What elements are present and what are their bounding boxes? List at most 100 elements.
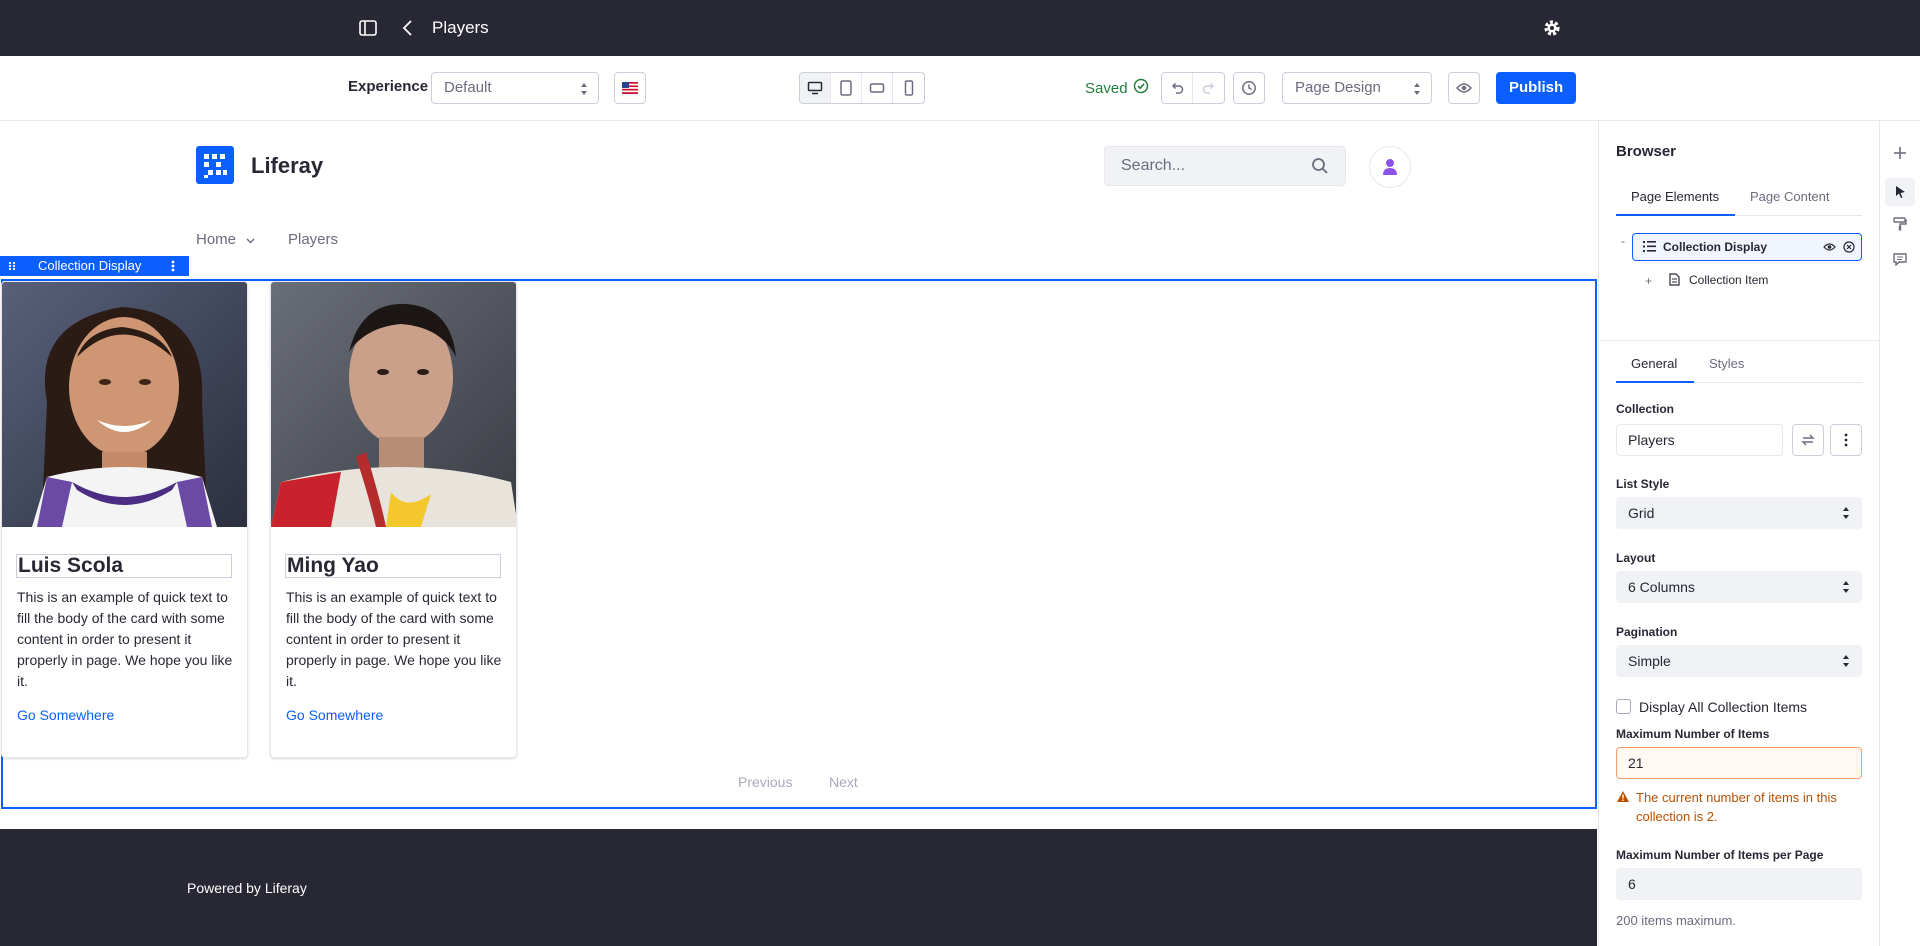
tree-collapse-toggle[interactable]: - — [1621, 234, 1625, 248]
tree-node-collection-item[interactable]: Collection Item — [1689, 273, 1768, 287]
warning-text: The current number of items in this coll… — [1636, 790, 1837, 824]
display-all-label[interactable]: Display All Collection Items — [1639, 699, 1807, 715]
remove-icon[interactable] — [1843, 241, 1855, 253]
player-photo-ming-yao — [271, 282, 516, 527]
sidebar-toggle-icon[interactable] — [358, 18, 378, 38]
collection-display-tag-label: Collection Display — [38, 258, 142, 273]
add-icon[interactable] — [1890, 143, 1910, 163]
clock-icon — [1242, 81, 1256, 95]
comment-icon[interactable] — [1890, 249, 1910, 269]
mode-select[interactable]: Page Design — [1282, 72, 1432, 104]
select-caret-icon — [1842, 654, 1850, 668]
player-photo-luis-scola — [2, 282, 247, 527]
layout-label: Layout — [1616, 551, 1656, 565]
select-caret-icon — [1842, 580, 1850, 594]
nav-item-players[interactable]: Players — [288, 231, 338, 248]
desktop-viewport-icon[interactable] — [800, 73, 831, 103]
change-collection-button[interactable] — [1792, 424, 1824, 456]
card-title[interactable]: Luis Scola — [16, 554, 232, 578]
undo-redo-group — [1161, 72, 1225, 104]
sidebar-title: Browser — [1616, 143, 1677, 160]
config-tabs: General Styles — [1616, 351, 1862, 383]
max-per-page-label: Maximum Number of Items per Page — [1616, 848, 1824, 862]
tab-page-elements[interactable]: Page Elements — [1616, 184, 1735, 216]
warning-icon — [1616, 790, 1630, 803]
list-style-value: Grid — [1628, 505, 1655, 521]
nav-home-label: Home — [196, 231, 237, 248]
saved-status: Saved — [1085, 80, 1128, 97]
page-canvas: Liferay Search... Home Players Collectio… — [0, 121, 1597, 946]
us-flag-icon — [622, 82, 638, 94]
tree-expand-toggle[interactable]: + — [1645, 274, 1652, 288]
layout-select[interactable]: 6 Columns — [1616, 571, 1862, 603]
control-menu: Players — [0, 0, 1920, 56]
nav-item-home[interactable]: Home — [196, 231, 236, 248]
sidebar-tabs: Page Elements Page Content — [1616, 184, 1862, 216]
language-flag-button[interactable] — [614, 72, 646, 104]
viewport-switcher — [799, 72, 925, 104]
card-title[interactable]: Ming Yao — [285, 554, 501, 578]
check-circle-icon — [1133, 78, 1149, 94]
page-editor-toolbar: Experience Default Saved Page Design Pub… — [0, 56, 1920, 121]
options-icon[interactable] — [171, 260, 175, 272]
page-title: Players — [432, 18, 489, 37]
portrait-phone-viewport-icon[interactable] — [893, 73, 924, 103]
browser-sidebar: Browser Page Elements Page Content - Col… — [1598, 121, 1879, 946]
vertical-ellipsis-icon — [1844, 433, 1848, 447]
tab-styles[interactable]: Styles — [1709, 351, 1744, 383]
eye-icon[interactable] — [1823, 242, 1836, 252]
collection-field[interactable]: Players — [1616, 424, 1783, 456]
pagination-previous[interactable]: Previous — [738, 774, 792, 790]
drag-handle-icon[interactable] — [8, 261, 16, 271]
landscape-phone-viewport-icon[interactable] — [862, 73, 893, 103]
tab-page-content[interactable]: Page Content — [1750, 184, 1830, 216]
pagination-select[interactable]: Simple — [1616, 645, 1862, 677]
list-style-select[interactable]: Grid — [1616, 497, 1862, 529]
back-chevron-icon[interactable] — [398, 18, 418, 38]
pagination-next[interactable]: Next — [829, 774, 858, 790]
tablet-viewport-icon[interactable] — [831, 73, 862, 103]
display-all-checkbox[interactable] — [1616, 699, 1631, 714]
site-brand-name[interactable]: Liferay — [251, 153, 323, 179]
collection-label: Collection — [1616, 402, 1675, 416]
mode-value: Page Design — [1295, 79, 1381, 96]
paint-roller-icon[interactable] — [1890, 214, 1910, 234]
card-body-text: This is an example of quick text to fill… — [286, 589, 502, 689]
experience-label: Experience — [348, 78, 429, 95]
card-body-text: This is an example of quick text to fill… — [17, 589, 233, 689]
divider — [1599, 340, 1879, 341]
site-footer: Powered by Liferay — [0, 829, 1597, 946]
collection-options-button[interactable] — [1830, 424, 1862, 456]
sidebar-rail — [1879, 121, 1920, 946]
max-items-input[interactable]: 21 — [1616, 747, 1862, 779]
liferay-logo-icon[interactable] — [196, 146, 234, 184]
pagination-label: Pagination — [1616, 625, 1678, 639]
experience-value: Default — [444, 79, 492, 96]
user-avatar[interactable] — [1369, 146, 1411, 188]
collection-display-tag[interactable]: Collection Display — [0, 256, 189, 276]
tree-node-collection-display[interactable]: Collection Display — [1632, 233, 1862, 261]
max-per-page-help: 200 items maximum. — [1616, 913, 1736, 928]
publish-button[interactable]: Publish — [1496, 72, 1577, 104]
pagination-value: Simple — [1628, 653, 1671, 669]
cursor-icon[interactable] — [1885, 178, 1915, 206]
max-per-page-input[interactable]: 6 — [1616, 868, 1862, 900]
collection-card: Ming Yao This is an example of quick tex… — [270, 281, 517, 758]
card-link[interactable]: Go Somewhere — [17, 707, 114, 723]
swap-icon — [1801, 434, 1815, 446]
gear-icon[interactable] — [1542, 18, 1562, 38]
max-items-label: Maximum Number of Items — [1616, 727, 1770, 741]
redo-icon[interactable] — [1193, 73, 1224, 103]
tab-general[interactable]: General — [1616, 351, 1694, 383]
search-input[interactable]: Search... — [1104, 146, 1346, 186]
preview-button[interactable] — [1448, 72, 1480, 104]
select-caret-icon — [580, 82, 588, 96]
undo-icon[interactable] — [1162, 73, 1193, 103]
experience-select[interactable]: Default — [431, 72, 599, 104]
search-icon[interactable] — [1311, 157, 1329, 175]
document-icon — [1669, 273, 1680, 286]
select-caret-icon — [1842, 506, 1850, 520]
card-link[interactable]: Go Somewhere — [286, 707, 383, 723]
list-style-label: List Style — [1616, 477, 1670, 491]
history-button[interactable] — [1233, 72, 1265, 104]
